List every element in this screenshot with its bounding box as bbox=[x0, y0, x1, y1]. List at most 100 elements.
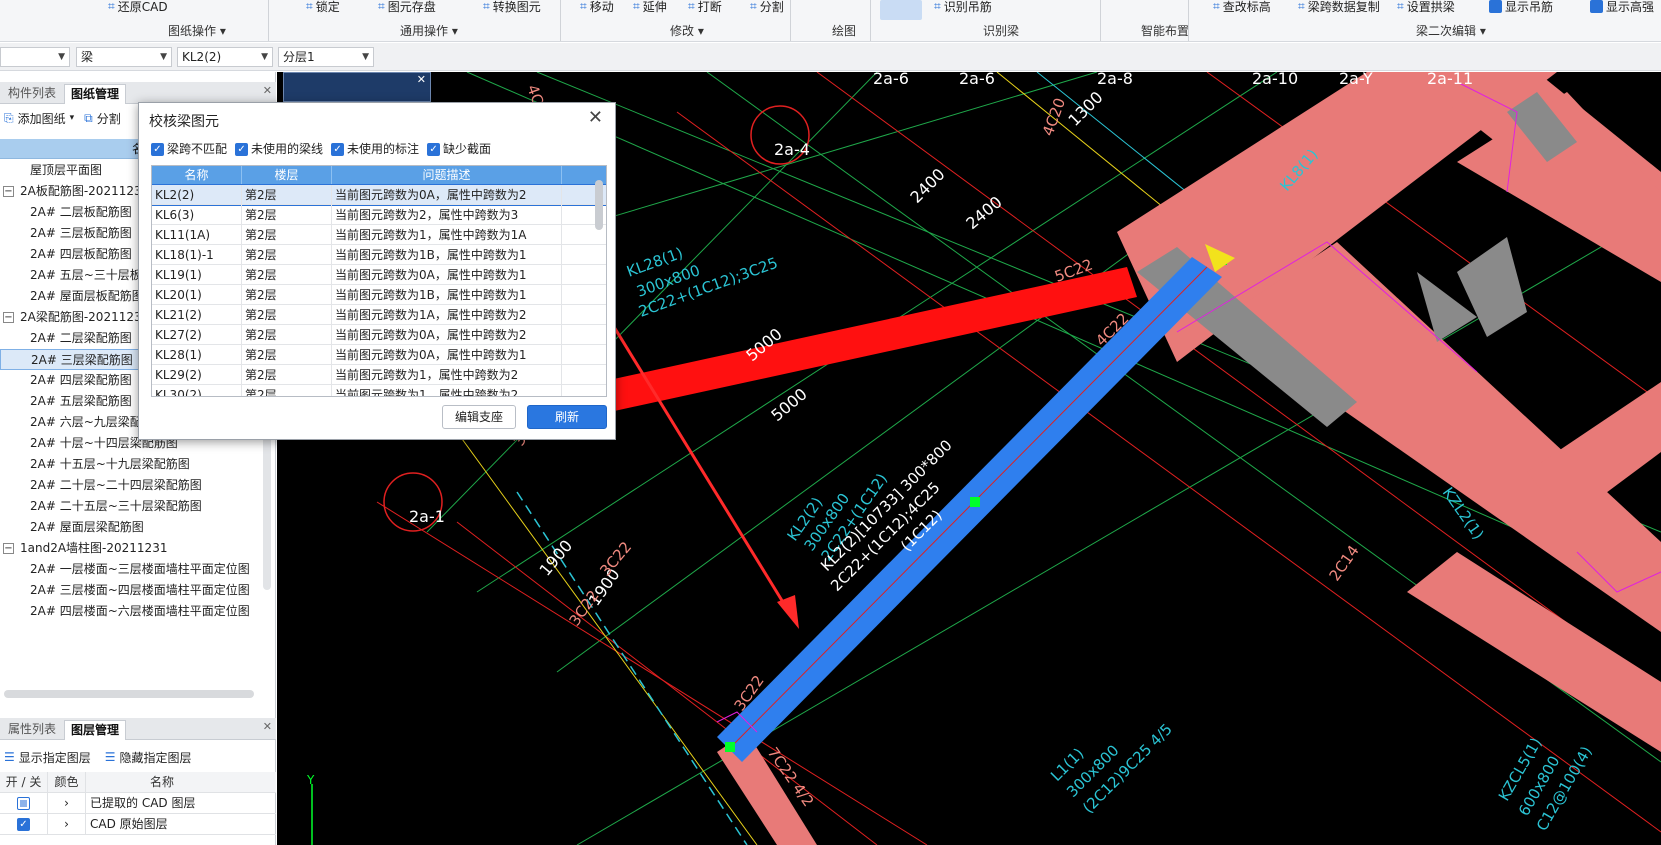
refresh-button[interactable]: 刷新 bbox=[527, 405, 607, 429]
checkbox-icon: ✓ bbox=[1590, 0, 1603, 13]
expand-icon[interactable]: › bbox=[48, 814, 86, 835]
tool-icon: ⌗ bbox=[483, 0, 490, 13]
tree-item[interactable]: 2A# 一层楼面~三层楼面墙柱平面定位图 bbox=[0, 559, 262, 580]
layer-combo[interactable]: 分层1 ▼ bbox=[278, 47, 374, 67]
left-top-tabs: 构件列表 图纸管理 ✕ bbox=[0, 82, 276, 104]
element-name-combo[interactable]: KL2(2) ▼ bbox=[177, 47, 273, 67]
tab-property-list[interactable]: 属性列表 bbox=[2, 720, 62, 740]
tool-icon: ⌗ bbox=[1397, 0, 1404, 13]
close-icon[interactable]: ✕ bbox=[588, 107, 603, 128]
ribbon-button[interactable]: ⌗ 查改标高 bbox=[1213, 0, 1271, 15]
tool-icon: ⌗ bbox=[306, 0, 313, 13]
tree-item[interactable]: 2A# 二十层~二十四层梁配筋图 bbox=[0, 475, 262, 496]
layer-toggle-checkbox[interactable]: ✓ bbox=[17, 818, 30, 831]
ribbon-button[interactable]: ⌗ 梁跨数据复制 bbox=[1298, 0, 1380, 15]
ribbon-group-label[interactable]: 智能布置 bbox=[1141, 22, 1189, 39]
collapse-icon[interactable]: − bbox=[3, 312, 14, 323]
ribbon-button[interactable]: ✓ 显示吊筋 bbox=[1489, 0, 1553, 15]
tool-icon: ⌗ bbox=[378, 0, 385, 13]
checkbox-icon: ✓ bbox=[1489, 0, 1502, 13]
issue-row[interactable]: KL18(1)-1 第2层 当前图元跨数为1B，属性中跨数为1 bbox=[152, 245, 606, 265]
tab-drawing-manager[interactable]: 图纸管理 bbox=[64, 84, 127, 104]
ribbon-button[interactable]: ⌗ 图元存盘 bbox=[378, 0, 436, 15]
check-unused-beam-line[interactable]: ✓ 未使用的梁线 bbox=[235, 140, 323, 157]
check-span-mismatch[interactable]: ✓ 梁跨不匹配 bbox=[151, 140, 227, 157]
hide-layer-button[interactable]: 隐藏指定图层 bbox=[120, 749, 192, 766]
ribbon-group-label[interactable]: 梁二次编辑 ▾ bbox=[1416, 22, 1486, 39]
ribbon-button[interactable]: ⌗ 分割 bbox=[750, 0, 784, 15]
chevron-down-icon[interactable]: ▾ bbox=[70, 113, 75, 123]
ribbon-button[interactable]: ⌗ 延伸 bbox=[633, 0, 667, 15]
tree-item[interactable]: 2A# 屋面层梁配筋图 bbox=[0, 517, 262, 538]
ribbon-group-label[interactable]: 图纸操作 ▾ bbox=[168, 22, 226, 39]
ribbon-button[interactable]: ⌗ 锁定 bbox=[306, 0, 340, 15]
filter-bar: ▼ 梁 ▼ KL2(2) ▼ 分层1 ▼ bbox=[0, 43, 1661, 71]
issue-row[interactable]: KL28(1) 第2层 当前图元跨数为0A，属性中跨数为1 bbox=[152, 345, 606, 365]
ribbon-button[interactable]: ⌗ 转换图元 bbox=[483, 0, 541, 15]
check-missing-section[interactable]: ✓ 缺少截面 bbox=[427, 140, 491, 157]
ribbon-group-label[interactable]: 识别梁 bbox=[983, 22, 1019, 39]
ribbon-highlight bbox=[880, 0, 922, 20]
layer-toggle-checkbox[interactable] bbox=[17, 797, 30, 810]
tab-component-list[interactable]: 构件列表 bbox=[2, 84, 62, 104]
collapse-icon[interactable]: − bbox=[3, 543, 14, 554]
layer-grid: 开 / 关 颜色 名称 › 已提取的 CAD 图层 ✓ › CAD 原始图层 bbox=[0, 772, 276, 835]
issue-row[interactable]: KL2(2) 第2层 当前图元跨数为0A，属性中跨数为2 bbox=[152, 184, 606, 206]
tab-layer-manager[interactable]: 图层管理 bbox=[64, 720, 127, 740]
tree-item[interactable]: 2A# 三层楼面~四层楼面墙柱平面定位图 bbox=[0, 580, 262, 601]
issue-row[interactable]: KL11(1A) 第2层 当前图元跨数为1，属性中跨数为1A bbox=[152, 225, 606, 245]
check-unused-annotation[interactable]: ✓ 未使用的标注 bbox=[331, 140, 419, 157]
issue-row[interactable]: KL19(1) 第2层 当前图元跨数为0A，属性中跨数为1 bbox=[152, 265, 606, 285]
tree-item[interactable]: 2A# 二十五层~三十层梁配筋图 bbox=[0, 496, 262, 517]
split-button[interactable]: 分割 bbox=[97, 110, 121, 127]
ribbon-group-label[interactable]: 修改 ▾ bbox=[670, 22, 704, 39]
ribbon-button[interactable]: ⌗ 设置拱梁 bbox=[1397, 0, 1455, 15]
axis-label: 2a-11 bbox=[1427, 72, 1473, 88]
close-icon[interactable]: ✕ bbox=[263, 720, 272, 733]
tool-icon: ⌗ bbox=[1213, 0, 1220, 13]
ribbon-button[interactable]: ✓ 显示高强 bbox=[1590, 0, 1654, 15]
layer-row[interactable]: ✓ › CAD 原始图层 bbox=[0, 814, 276, 835]
ribbon-button[interactable]: ⌗ 还原CAD bbox=[108, 0, 168, 15]
issue-row[interactable]: KL21(2) 第2层 当前图元跨数为1A，属性中跨数为2 bbox=[152, 305, 606, 325]
layer-toolbar: ☰ 显示指定图层 ☰ 隐藏指定图层 bbox=[0, 745, 276, 769]
close-icon[interactable]: ✕ bbox=[417, 73, 426, 86]
concrete-elements bbox=[717, 72, 1661, 845]
edit-support-button[interactable]: 编辑支座 bbox=[442, 405, 516, 429]
hide-layer-icon: ☰ bbox=[104, 750, 116, 764]
close-icon[interactable]: ✕ bbox=[263, 84, 272, 97]
axis-label: 2a-8 bbox=[1097, 72, 1133, 88]
ribbon-button[interactable]: ⌗ 打断 bbox=[688, 0, 722, 15]
tool-icon: ⌗ bbox=[108, 0, 115, 13]
tree-horizontal-scrollbar[interactable] bbox=[4, 690, 254, 698]
issue-row[interactable]: KL20(1) 第2层 当前图元跨数为1B，属性中跨数为1 bbox=[152, 285, 606, 305]
issue-table-scrollbar[interactable] bbox=[595, 180, 603, 230]
tree-item[interactable]: 2A# 四层楼面~六层楼面墙柱平面定位图 bbox=[0, 601, 262, 622]
element-type-combo[interactable]: 梁 ▼ bbox=[76, 47, 172, 67]
axis-label: 2a-Y bbox=[1339, 72, 1373, 88]
tool-icon: ⌗ bbox=[580, 0, 587, 13]
issue-row[interactable]: KL30(2) 第2层 当前图元跨数为1，属性中跨数为2 bbox=[152, 385, 606, 396]
ribbon-group-label[interactable]: 绘图 bbox=[832, 22, 856, 39]
dialog-title: 校核梁图元 bbox=[149, 114, 219, 130]
layer-grid-header: 开 / 关 颜色 名称 bbox=[0, 772, 276, 793]
show-layer-icon: ☰ bbox=[4, 750, 15, 764]
tree-item[interactable]: 2A# 十五层~十九层梁配筋图 bbox=[0, 454, 262, 475]
tree-item[interactable]: −1and2A墙柱图-20211231 bbox=[0, 538, 262, 559]
ribbon-button[interactable]: ⌗ 识别吊筋 bbox=[934, 0, 992, 15]
ribbon-group-label[interactable]: 通用操作 ▾ bbox=[400, 22, 458, 39]
issue-table-header: 名称 楼层 问题描述 bbox=[152, 166, 606, 185]
issue-row[interactable]: KL29(2) 第2层 当前图元跨数为1，属性中跨数为2 bbox=[152, 365, 606, 385]
issue-row[interactable]: KL27(2) 第2层 当前图元跨数为0A，属性中跨数为2 bbox=[152, 325, 606, 345]
collapse-icon[interactable]: − bbox=[3, 186, 14, 197]
tool-icon: ⌗ bbox=[633, 0, 640, 13]
svg-text:1300: 1300 bbox=[1064, 88, 1106, 130]
svg-text:2400: 2400 bbox=[906, 165, 948, 207]
expand-icon[interactable]: › bbox=[48, 793, 86, 814]
floor-combo[interactable]: ▼ bbox=[0, 47, 70, 67]
ribbon-button[interactable]: ⌗ 移动 bbox=[580, 0, 614, 15]
issue-row[interactable]: KL6(3) 第2层 当前图元跨数为2，属性中跨数为3 bbox=[152, 205, 606, 225]
add-drawing-button[interactable]: 添加图纸 bbox=[18, 110, 66, 127]
show-layer-button[interactable]: 显示指定图层 bbox=[19, 749, 91, 766]
layer-row[interactable]: › 已提取的 CAD 图层 bbox=[0, 793, 276, 814]
